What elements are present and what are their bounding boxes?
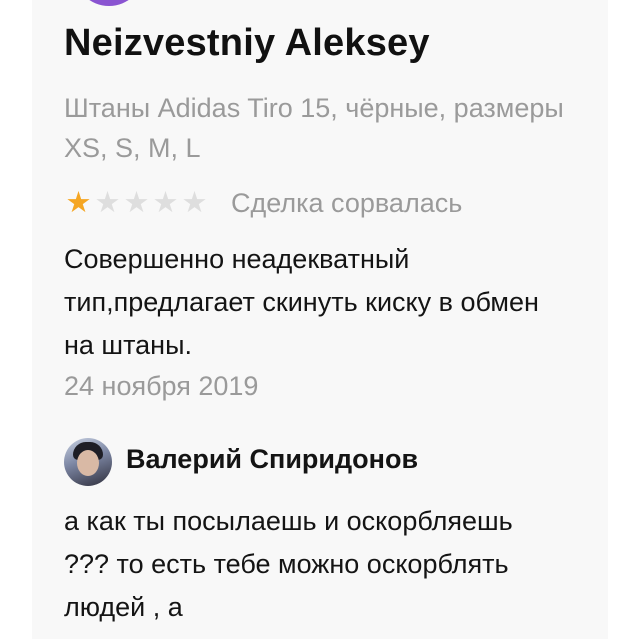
review-date: 24 ноября 2019 (64, 371, 259, 401)
reply-author-avatar[interactable] (64, 438, 112, 486)
review-text: Совершенно неадекватный тип,предлагает с… (64, 244, 539, 360)
deal-status-label: Сделка сорвалась (231, 187, 463, 218)
star-empty-icon: ★ (181, 186, 208, 219)
reply-text: а как ты посылаешь и оскорбляешь ??? то … (64, 506, 513, 622)
review-product-title[interactable]: Штаны Adidas Tiro 15, чёрные, размеры XS… (64, 88, 574, 168)
star-filled-icon: ★ (65, 186, 92, 219)
review-author-name[interactable]: Neizvestniy Aleksey (64, 22, 430, 65)
avatar-face (77, 450, 99, 476)
page: Neizvestniy Aleksey Штаны Adidas Tiro 15… (0, 0, 640, 639)
star-empty-icon: ★ (94, 186, 121, 219)
reply-author-name[interactable]: Валерий Спиридонов (126, 444, 418, 475)
star-rating: ★ ★ ★ ★ ★ (64, 186, 209, 219)
star-empty-icon: ★ (123, 186, 150, 219)
rating-row: ★ ★ ★ ★ ★ Сделка сорвалась (64, 183, 463, 223)
star-empty-icon: ★ (152, 186, 179, 219)
